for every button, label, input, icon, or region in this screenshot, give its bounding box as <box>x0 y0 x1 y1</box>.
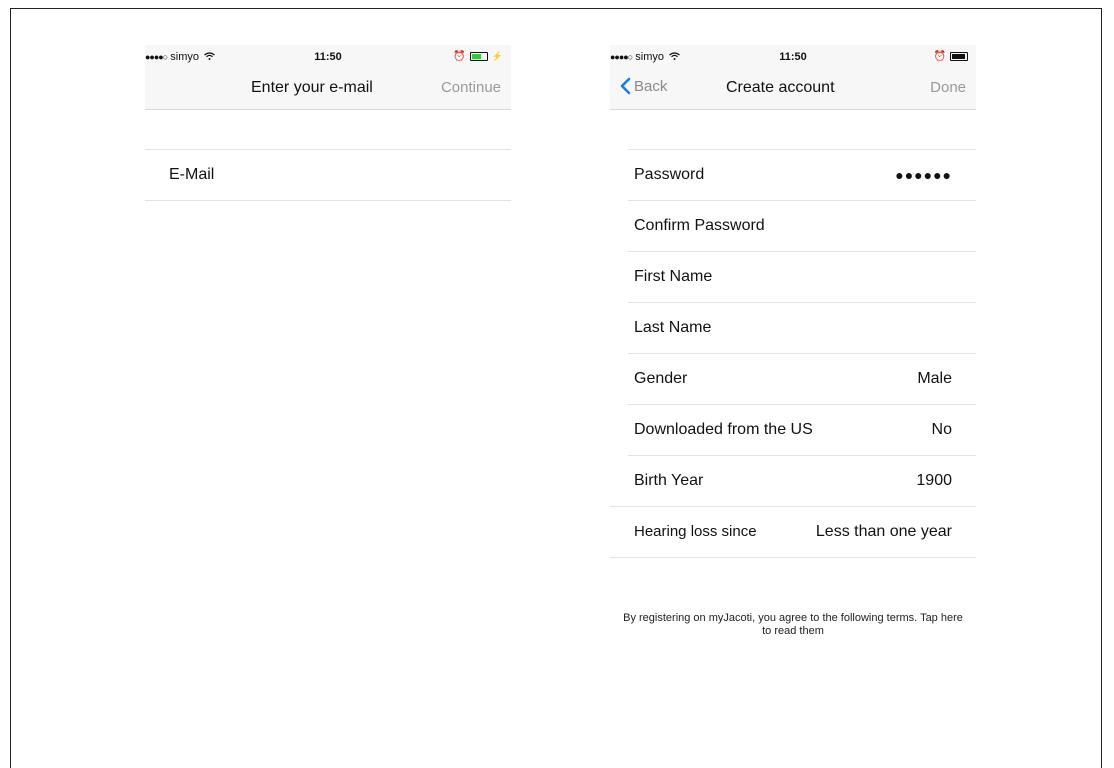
email-screen: ●●●●○ simyo 11:50 ⏰ ⚡ Enter your e-mail … <box>145 45 511 201</box>
password-field[interactable]: Password ●●●●●● <box>628 149 976 200</box>
first-name-field[interactable]: First Name <box>628 251 976 302</box>
continue-button[interactable]: Continue <box>441 79 501 96</box>
terms-link[interactable]: By registering on myJacoti, you agree to… <box>610 612 976 638</box>
confirm-password-label: Confirm Password <box>634 217 765 234</box>
birth-year-label: Birth Year <box>634 472 704 489</box>
nav-title: Enter your e-mail <box>251 79 373 96</box>
gender-value: Male <box>917 370 952 387</box>
downloaded-from-us-value: No <box>931 421 952 438</box>
email-field[interactable]: E-Mail <box>145 149 511 201</box>
hearing-loss-label: Hearing loss since <box>634 523 757 540</box>
charging-icon: ⚡ <box>491 51 503 61</box>
email-label: E-Mail <box>169 166 215 183</box>
battery-icon <box>950 52 968 61</box>
first-name-label: First Name <box>634 268 713 285</box>
alarm-icon: ⏰ <box>453 51 466 62</box>
downloaded-from-us-selector[interactable]: Downloaded from the US No <box>628 404 976 455</box>
birth-year-selector[interactable]: Birth Year 1900 <box>628 455 976 506</box>
done-button[interactable]: Done <box>930 79 966 96</box>
status-bar: ●●●●○ simyo 11:50 ⏰ ⚡ <box>145 45 511 67</box>
hearing-loss-value: Less than one year <box>815 523 952 540</box>
create-account-screen: ●●●●○ simyo 11:50 ⏰ Back Create account … <box>610 45 976 638</box>
gender-label: Gender <box>634 370 688 387</box>
password-label: Password <box>634 166 705 183</box>
battery-icon <box>469 52 488 61</box>
nav-title: Create account <box>726 79 835 96</box>
downloaded-from-us-label: Downloaded from the US <box>634 421 813 438</box>
back-label: Back <box>634 77 668 95</box>
alarm-icon: ⏰ <box>933 51 946 62</box>
status-time: 11:50 <box>779 51 807 63</box>
back-button[interactable]: Back <box>620 77 667 95</box>
password-value: ●●●●●● <box>895 167 952 183</box>
last-name-field[interactable]: Last Name <box>628 302 976 353</box>
gender-selector[interactable]: Gender Male <box>628 353 976 404</box>
last-name-label: Last Name <box>634 319 712 336</box>
birth-year-value: 1900 <box>916 472 952 489</box>
navigation-bar: Enter your e-mail Continue <box>145 67 511 110</box>
chevron-left-icon <box>620 77 631 95</box>
status-bar: ●●●●○ simyo 11:50 ⏰ <box>610 45 976 67</box>
confirm-password-field[interactable]: Confirm Password <box>628 200 976 251</box>
hearing-loss-selector[interactable]: Hearing loss since Less than one year <box>610 506 976 558</box>
navigation-bar: Back Create account Done <box>610 67 976 110</box>
